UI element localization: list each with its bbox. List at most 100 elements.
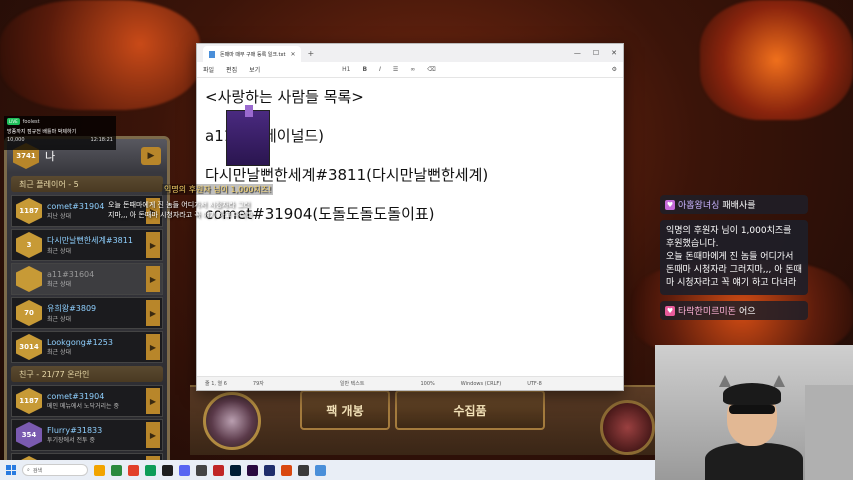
chat-text: 어으 [738, 307, 756, 317]
app-icon[interactable] [162, 464, 173, 476]
clear-format-icon[interactable]: ⌫ [427, 66, 435, 73]
donation-title: 익명의 후원자 님이 1,000치즈! [162, 184, 274, 195]
photoshop-icon[interactable] [230, 464, 241, 476]
rank-badge-icon: 70 [16, 300, 42, 326]
app-icon[interactable] [213, 464, 224, 476]
rank-badge-icon: 354 [16, 422, 42, 448]
friend-entry[interactable]: 354 Flurry#31833 투기장에서 전투 중 ▶ [11, 419, 163, 451]
app-icon[interactable] [298, 464, 309, 476]
chevron-right-icon[interactable]: ▶ [146, 300, 160, 326]
chevron-right-icon[interactable]: ▶ [146, 388, 160, 414]
menu-edit[interactable]: 편집 [226, 65, 237, 74]
new-tab-icon[interactable]: + [307, 49, 314, 58]
friend-list-panel: 3741 나 ▶ 최근 플레이어 - 5 1187 comet#31904 지난 상… [4, 136, 170, 480]
recent-players-list: 1187 comet#31904 지난 상대 ▶ 3 다시만날뻔한세계#3811 최근 상대… [7, 195, 167, 363]
chat-message: ♥ 타락한미르미돈 어으 [660, 301, 808, 320]
streamer-body [705, 443, 803, 480]
after-effects-icon[interactable] [264, 464, 275, 476]
start-icon[interactable] [6, 465, 16, 475]
friend-nickname: 유희왕#3809 [47, 304, 97, 313]
chevron-right-icon[interactable]: ▶ [146, 232, 160, 258]
live-badge: LIVE [7, 118, 20, 125]
friend-entry[interactable]: 3 다시만날뻔한세계#3811 최근 상대 ▶ [11, 229, 163, 261]
notepad-statusbar: 줄 1, 열 6 79자 일반 텍스트 100% Windows (CRLF) … [197, 376, 623, 390]
stream-time: 12:18:21 [90, 137, 113, 143]
heading-dropdown[interactable]: H1 [342, 66, 350, 73]
message-icon[interactable]: ▶ [141, 147, 161, 165]
rank-badge-icon: 1187 [16, 198, 42, 224]
friend-entry[interactable]: 3014 Lookgong#1253 최근 상대 ▶ [11, 331, 163, 363]
chevron-right-icon[interactable]: ▶ [146, 422, 160, 448]
windows-taskbar: ⌕ 검색 [0, 460, 655, 480]
rank-badge-icon [16, 266, 42, 292]
chrome-icon[interactable] [128, 464, 139, 476]
rank-badge-icon: 3 [16, 232, 42, 258]
friend-status: 최근 상대 [47, 316, 71, 323]
notepad-titlebar: 돈때마 때무 구매 등록 일크.txt ✕ + — ☐ ✕ [197, 44, 623, 62]
cat-ears-headband [719, 375, 785, 389]
list-icon[interactable]: ☰ [393, 66, 398, 73]
my-name: 나 [45, 150, 56, 163]
italic-icon[interactable]: I [379, 66, 381, 73]
friend-status: 투기장에서 전투 중 [47, 437, 95, 444]
friend-entry[interactable]: 1187 comet#31904 메인 메뉴에서 노닥거리는 중 ▶ [11, 385, 163, 417]
recent-players-section[interactable]: 최근 플레이어 - 5 [11, 176, 163, 192]
donation-chat-bubble: 익명의 후원자 님이 1,000치즈를 후원했습니다. 오늘 돈때마에게 진 놈… [660, 220, 808, 295]
friend-nickname: 다시만날뻔한세계#3811 [47, 236, 133, 245]
close-window-icon[interactable]: ✕ [611, 49, 617, 57]
note-line: <사랑하는 사람들 목록> [205, 88, 364, 106]
notepad-tab[interactable]: 돈때마 때무 구매 등록 일크.txt ✕ [203, 46, 302, 62]
chat-text: 패배사를 [722, 201, 756, 211]
file-explorer-icon[interactable] [94, 464, 105, 476]
cursor-position: 줄 1, 열 6 [205, 381, 227, 387]
close-tab-icon[interactable]: ✕ [290, 51, 295, 58]
friend-nickname: Lookgong#1253 [47, 338, 113, 347]
notepad-tab-title: 돈때마 때무 구매 등록 일크.txt [220, 51, 286, 58]
minimize-icon[interactable]: — [574, 49, 581, 57]
chat-username: 타락한미르미돈 [678, 307, 736, 317]
zoom-level: 100% [420, 380, 435, 387]
sunglasses [729, 405, 775, 414]
friend-entry[interactable]: 70 유희왕#3809 최근 상대 ▶ [11, 297, 163, 329]
viewer-count: 10,000 [7, 137, 25, 143]
notepad-menubar: 파일 편집 보기 H1 B I ☰ ∞ ⌫ ⚙ [197, 62, 623, 78]
bold-icon[interactable]: B [362, 66, 367, 73]
notepad-file-icon [209, 50, 215, 58]
app-icon[interactable] [196, 464, 207, 476]
donation-line-1: 오늘 돈때마에게 진 놈들 어디가서 시청자라 그러 [108, 201, 251, 209]
premiere-icon[interactable] [247, 464, 258, 476]
discord-icon[interactable] [179, 464, 190, 476]
friend-entry[interactable]: a11#31604 최근 상대 ▶ [11, 263, 163, 295]
friend-nickname: Flurry#31833 [47, 426, 103, 435]
collection-button[interactable]: 수집품 [395, 390, 545, 430]
app-icon[interactable] [145, 464, 156, 476]
friends-section[interactable]: 친구 - 21/77 온라인 [11, 366, 163, 382]
chat-username: 아홉왕녀싱 [678, 201, 720, 211]
app-icon[interactable] [111, 464, 122, 476]
channel-name: foolest [22, 118, 40, 125]
gift-box-icon [226, 105, 270, 166]
friend-nickname: comet#31904 [47, 392, 105, 401]
notepad-icon[interactable] [315, 464, 326, 476]
heart-icon: ♥ [665, 305, 675, 316]
chevron-right-icon[interactable]: ▶ [146, 334, 160, 360]
webcam-feed [655, 345, 853, 480]
notepad-window: 돈때마 때무 구매 등록 일크.txt ✕ + — ☐ ✕ 파일 편집 보기 H… [196, 43, 624, 391]
maximize-icon[interactable]: ☐ [593, 49, 599, 57]
settings-icon[interactable]: ⚙ [612, 66, 617, 73]
search-icon: ⌕ [27, 467, 30, 473]
app-icon[interactable] [281, 464, 292, 476]
game-gem-icon[interactable] [600, 400, 655, 455]
game-emblem-icon[interactable] [203, 392, 261, 450]
friend-status: 최근 상대 [47, 248, 71, 255]
menu-file[interactable]: 파일 [203, 65, 214, 74]
link-icon[interactable]: ∞ [410, 66, 415, 73]
donation-message: 오늘 돈때마에게 진 놈들 어디가서 시청자라 그러 지마,,, 아 돈때마 시… [108, 200, 253, 220]
menu-view[interactable]: 보기 [249, 65, 260, 74]
search-placeholder: 검색 [32, 467, 43, 474]
taskbar-search[interactable]: ⌕ 검색 [22, 464, 88, 476]
open-packs-button[interactable]: 팩 개봉 [300, 390, 390, 430]
chat-message: ♥ 아홉왕녀싱 패배사를 [660, 195, 808, 214]
chevron-right-icon[interactable]: ▶ [146, 266, 160, 292]
rank-badge-icon: 3014 [16, 334, 42, 360]
